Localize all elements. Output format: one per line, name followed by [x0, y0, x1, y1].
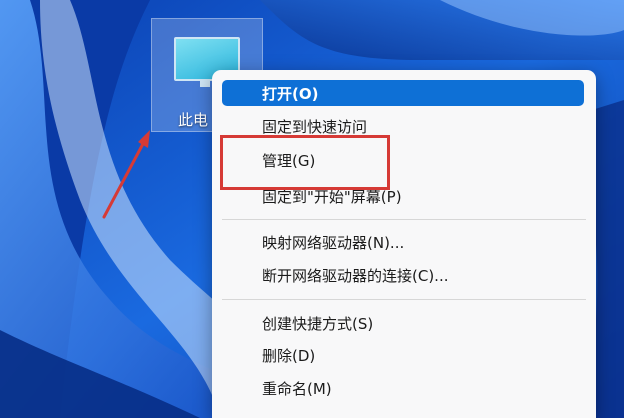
context-menu: 打开(O) 固定到快速访问 管理(G) 固定到"开始"屏幕(P) 映射网络驱动器…: [212, 70, 596, 418]
menu-separator: [222, 219, 586, 220]
menu-separator: [222, 299, 586, 300]
menu-item-create-shortcut[interactable]: 创建快捷方式(S): [222, 310, 584, 336]
menu-item-rename[interactable]: 重命名(M): [222, 375, 584, 401]
menu-item-open[interactable]: 打开(O): [222, 80, 584, 106]
menu-item-delete[interactable]: 删除(D): [222, 342, 584, 368]
annotation-highlight-box: [220, 135, 390, 190]
menu-item-map-network-drive[interactable]: 映射网络驱动器(N)...: [222, 229, 584, 255]
menu-item-disconnect-network-drive[interactable]: 断开网络驱动器的连接(C)...: [222, 262, 584, 288]
